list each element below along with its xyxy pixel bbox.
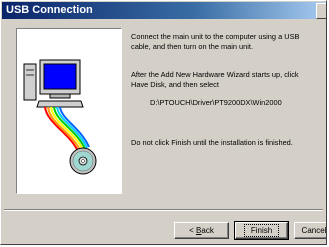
- back-label-rest: ack: [201, 226, 214, 235]
- warning-text: Do not click Finish until the installati…: [131, 138, 293, 147]
- back-label-prefix: <: [189, 226, 197, 235]
- title-bar[interactable]: USB Connection: [2, 2, 326, 19]
- driver-path: D:\PTOUCH\Driver\PT9200DX\Win2000: [150, 98, 282, 107]
- finish-button[interactable]: Finish: [234, 221, 289, 240]
- installation-illustration: [16, 28, 122, 194]
- cancel-button[interactable]: Cancel: [294, 222, 327, 239]
- computer-usb-cd-icon: [23, 59, 97, 175]
- instruction-line-1: Connect the main unit to the computer us…: [131, 32, 300, 41]
- finish-label: Finish: [243, 224, 280, 237]
- cancel-label: Cancel: [301, 226, 327, 235]
- instruction-line-2: cable, and then turn on the main unit.: [131, 42, 254, 51]
- close-button[interactable]: [316, 3, 326, 19]
- back-button[interactable]: < Back: [174, 222, 229, 239]
- button-separator: [4, 209, 323, 211]
- usb-connection-dialog: USB Connection Connect the main unit to …: [0, 0, 327, 245]
- instruction-line-3: After the Add New Hardware Wizard starts…: [131, 70, 299, 79]
- window-title: USB Connection: [6, 4, 93, 16]
- instruction-line-4: Have Disk, and then select: [131, 80, 219, 89]
